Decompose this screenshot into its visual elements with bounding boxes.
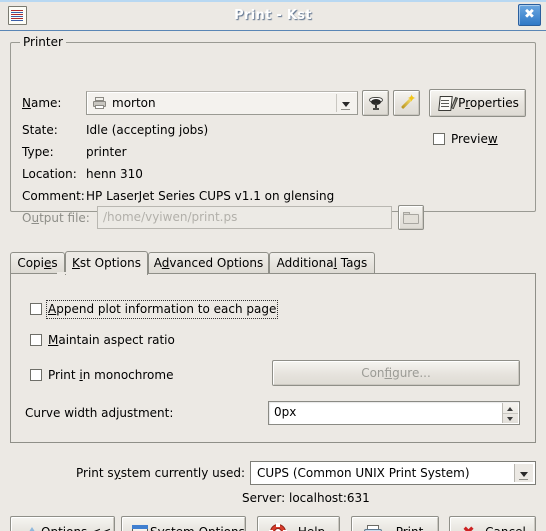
comment-value: HP LaserJet Series CUPS v1.1 on glensing <box>86 189 335 203</box>
append-plot-label: Append plot information to each page <box>45 300 279 319</box>
print-button[interactable]: Print <box>351 516 439 531</box>
output-file-input[interactable]: /home/vyiwen/print.ps <box>97 206 392 229</box>
print-dialog-window: Print - Kst ✖ Printer Name: morton ✦ Pro… <box>0 0 546 531</box>
browse-output-file-button[interactable] <box>398 205 424 230</box>
type-label: Type: <box>22 145 54 159</box>
curve-width-label: Curve width adjustment: <box>25 406 174 420</box>
title-bar: Print - Kst ✖ <box>0 0 546 31</box>
printer-group-legend: Printer <box>20 35 66 49</box>
printer-name-combobox[interactable]: morton <box>86 91 358 115</box>
printer-icon-print <box>364 525 382 531</box>
folder-open-icon <box>403 211 420 225</box>
state-label: State: <box>22 123 58 137</box>
system-options-label: System Options <box>150 525 245 531</box>
active-tab-joint <box>57 272 136 274</box>
properties-button[interactable]: Properties <box>429 89 526 117</box>
printer-name-value: morton <box>112 96 156 110</box>
preview-label: Preview <box>451 132 498 146</box>
maintain-aspect-checkbox-box[interactable] <box>30 334 42 346</box>
printer-name-label: Name: <box>22 96 62 110</box>
properties-label: Properties <box>458 96 519 110</box>
cancel-button[interactable]: ✖ Cancel <box>449 516 536 531</box>
type-value: printer <box>86 145 127 159</box>
chevron-down-icon-print-system[interactable] <box>514 464 533 482</box>
curve-width-stepper[interactable] <box>502 403 518 423</box>
curve-width-spinbox[interactable]: 0px <box>268 401 520 425</box>
state-value: Idle (accepting jobs) <box>86 123 209 137</box>
dialog-body: Printer Name: morton ✦ Properties State:… <box>0 31 546 531</box>
chevron-down-icon[interactable] <box>336 94 355 112</box>
filter-button[interactable] <box>362 90 389 116</box>
cancel-label: Cancel <box>480 525 531 531</box>
wizard-button[interactable]: ✦ <box>393 90 420 116</box>
help-label: Help <box>288 525 335 531</box>
comment-label: Comment: <box>22 189 85 203</box>
print-system-value: CUPS (Common UNIX Print System) <box>257 466 470 480</box>
location-value: henn 310 <box>86 167 143 181</box>
properties-pencil-icon <box>438 96 459 111</box>
system-window-icon <box>132 525 148 531</box>
print-system-combobox[interactable]: CUPS (Common UNIX Print System) <box>250 461 536 485</box>
lifebuoy-icon <box>269 523 287 531</box>
window-title: Print - Kst <box>234 8 312 23</box>
red-x-icon: ✖ <box>461 525 476 531</box>
curve-width-value: 0px <box>274 405 297 419</box>
configure-label: Configure... <box>361 366 431 380</box>
location-label: Location: <box>22 167 77 181</box>
tab-advanced-options[interactable]: Advanced Options <box>148 252 269 274</box>
printer-icon <box>92 96 108 110</box>
print-system-label: Print system currently used: <box>76 466 246 480</box>
options-label: Options << <box>41 525 111 531</box>
funnel-icon <box>368 95 384 111</box>
append-plot-checkbox-box[interactable] <box>30 303 42 315</box>
monochrome-label: Print in monochrome <box>48 368 174 382</box>
triangle-up-icon <box>25 526 39 531</box>
preview-checkbox-box[interactable] <box>433 133 445 145</box>
output-file-value: /home/vyiwen/print.ps <box>103 210 238 224</box>
stepper-down-icon[interactable] <box>503 413 518 423</box>
tab-copies[interactable]: Copies <box>10 252 65 274</box>
tab-additional-tags[interactable]: Additional Tags <box>269 252 375 274</box>
output-file-label: Output file: <box>22 211 90 225</box>
maintain-aspect-label: Maintain aspect ratio <box>48 333 175 347</box>
help-button[interactable]: Help <box>257 516 340 531</box>
close-button[interactable]: ✖ <box>518 4 541 26</box>
close-icon: ✖ <box>524 7 535 22</box>
print-label: Print <box>385 525 434 531</box>
server-text: Server: localhost:631 <box>242 491 370 505</box>
configure-button[interactable]: Configure... <box>272 360 520 386</box>
magic-wand-icon: ✦ <box>399 93 416 111</box>
system-options-button[interactable]: System Options <box>121 516 246 531</box>
monochrome-checkbox-box[interactable] <box>30 369 42 381</box>
options-button[interactable]: Options << <box>10 516 115 531</box>
